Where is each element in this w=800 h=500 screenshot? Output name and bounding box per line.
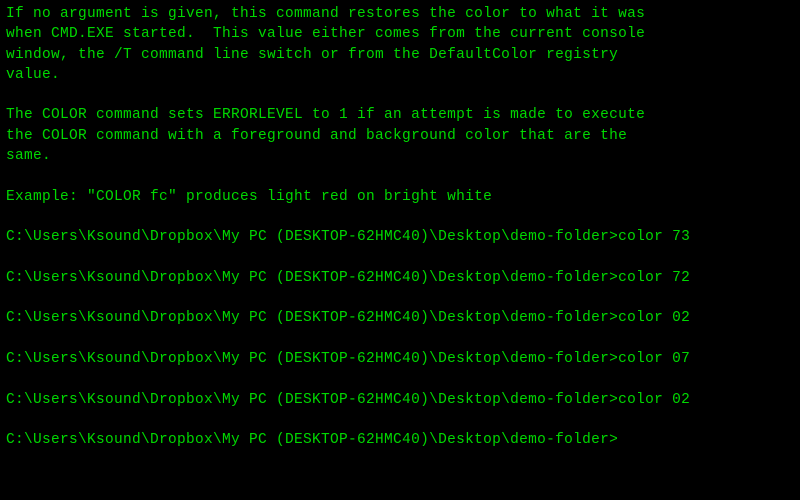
prompt-text: C:\Users\Ksound\Dropbox\My PC (DESKTOP-6… [6, 351, 618, 367]
blank-line [6, 288, 794, 308]
current-prompt-line[interactable]: C:\Users\Ksound\Dropbox\My PC (DESKTOP-6… [6, 430, 794, 450]
command-text: color 73 [618, 229, 690, 245]
command-line: C:\Users\Ksound\Dropbox\My PC (DESKTOP-6… [6, 349, 794, 369]
command-line: C:\Users\Ksound\Dropbox\My PC (DESKTOP-6… [6, 227, 794, 247]
prompt-text: C:\Users\Ksound\Dropbox\My PC (DESKTOP-6… [6, 392, 618, 408]
blank-line [6, 329, 794, 349]
command-text: color 02 [618, 310, 690, 326]
help-example: Example: "COLOR fc" produces light red o… [6, 187, 794, 207]
help-paragraph-2: The COLOR command sets ERRORLEVEL to 1 i… [6, 105, 794, 166]
command-text: color 72 [618, 270, 690, 286]
prompt-text: C:\Users\Ksound\Dropbox\My PC (DESKTOP-6… [6, 310, 618, 326]
command-text: color 02 [618, 392, 690, 408]
prompt-text: C:\Users\Ksound\Dropbox\My PC (DESKTOP-6… [6, 229, 618, 245]
prompt-text: C:\Users\Ksound\Dropbox\My PC (DESKTOP-6… [6, 270, 618, 286]
command-line: C:\Users\Ksound\Dropbox\My PC (DESKTOP-6… [6, 308, 794, 328]
help-paragraph-1: If no argument is given, this command re… [6, 4, 794, 85]
prompt-text: C:\Users\Ksound\Dropbox\My PC (DESKTOP-6… [6, 432, 618, 448]
blank-line [6, 410, 794, 430]
command-text: color 07 [618, 351, 690, 367]
blank-line [6, 369, 794, 389]
command-line: C:\Users\Ksound\Dropbox\My PC (DESKTOP-6… [6, 390, 794, 410]
blank-line [6, 85, 794, 105]
blank-line [6, 248, 794, 268]
blank-line [6, 207, 794, 227]
blank-line [6, 166, 794, 186]
command-line: C:\Users\Ksound\Dropbox\My PC (DESKTOP-6… [6, 268, 794, 288]
